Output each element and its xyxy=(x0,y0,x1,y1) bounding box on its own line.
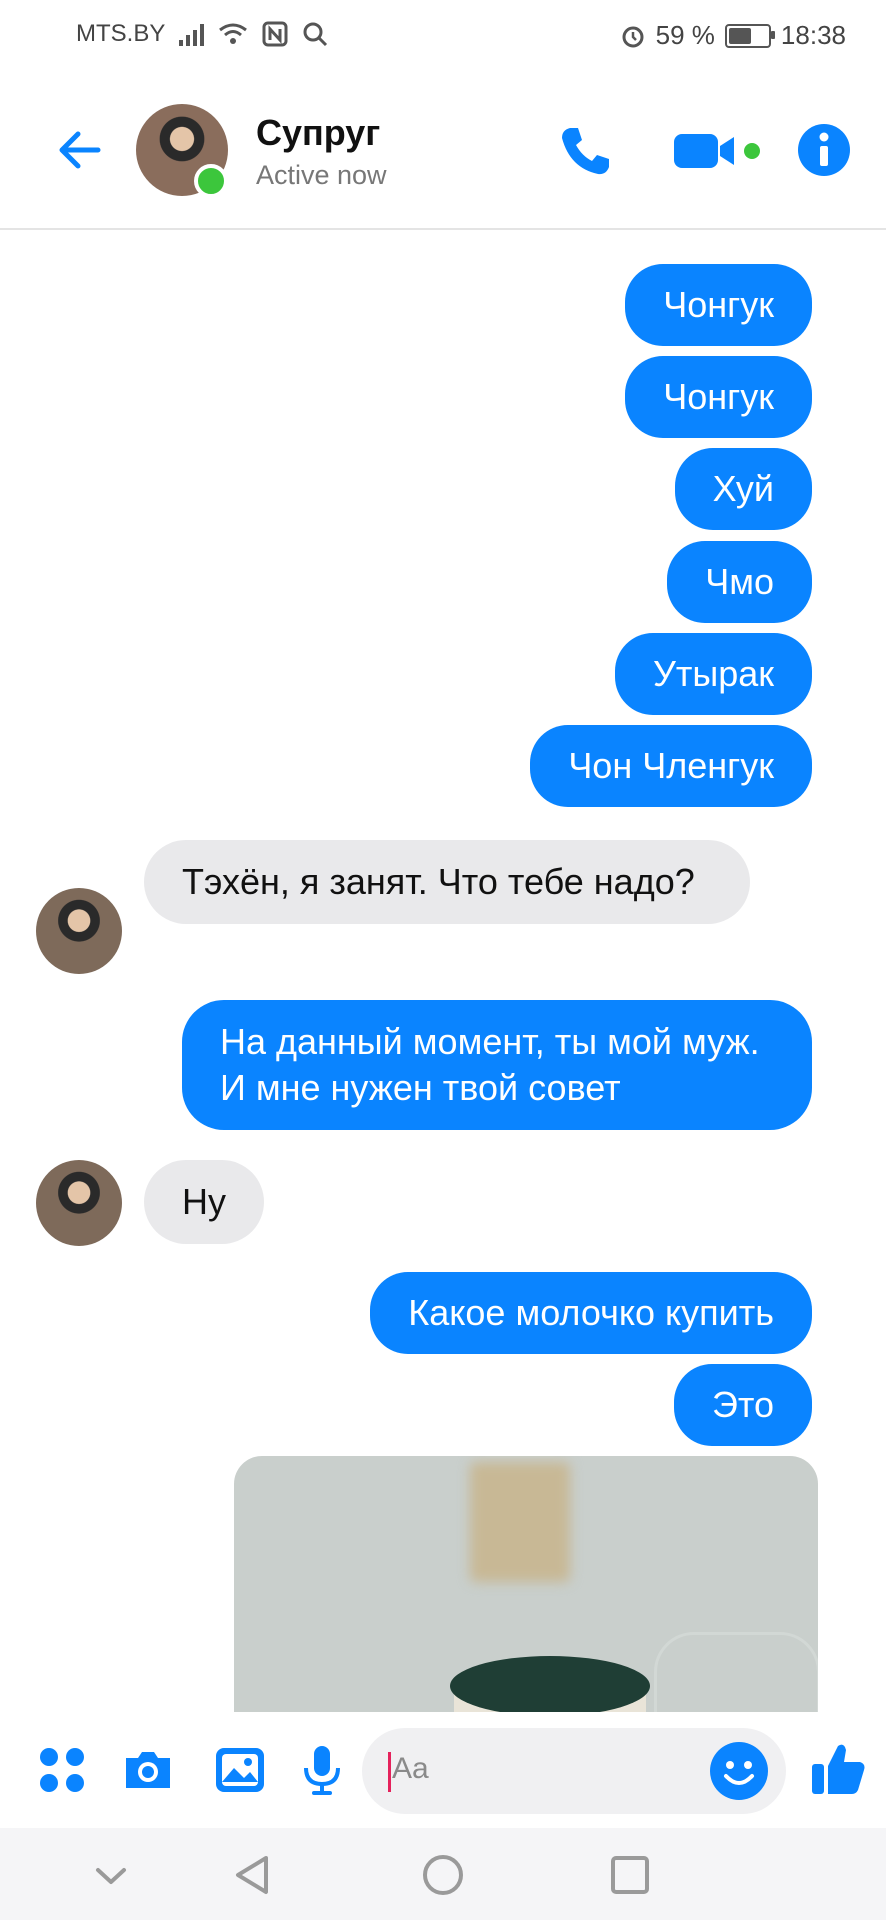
status-right: 59 % 18:38 xyxy=(620,20,846,51)
contact-status: Active now xyxy=(256,160,387,190)
apps-grid-icon[interactable] xyxy=(34,1742,90,1798)
phone-icon[interactable] xyxy=(556,122,616,178)
info-icon[interactable] xyxy=(794,122,854,178)
signal-icon xyxy=(179,22,205,46)
battery-fill xyxy=(728,27,751,44)
sender-avatar[interactable] xyxy=(36,1160,122,1246)
system-nav-bar xyxy=(0,1828,886,1920)
message-bubble-incoming[interactable]: Тэхён, я занят. Что тебе надо? xyxy=(144,840,750,924)
message-bubble-outgoing[interactable]: Утырак xyxy=(614,633,812,715)
chevron-down-icon[interactable] xyxy=(86,1850,136,1900)
video-call-icon[interactable] xyxy=(670,122,766,178)
online-indicator xyxy=(194,164,228,198)
search-icon xyxy=(303,22,328,47)
sender-avatar[interactable] xyxy=(36,888,122,974)
clock: 18:38 xyxy=(780,20,846,50)
recents-square-icon[interactable] xyxy=(605,1850,655,1900)
message-bubble-outgoing[interactable]: На данный момент, ты мой муж. И мне нуже… xyxy=(182,1000,812,1130)
text-caret xyxy=(388,1752,391,1792)
message-input-placeholder: Aa xyxy=(392,1752,429,1785)
camera-icon[interactable] xyxy=(120,1742,176,1798)
battery-icon xyxy=(724,23,775,48)
back-arrow-icon[interactable] xyxy=(48,122,104,178)
message-bubble-outgoing[interactable]: Чонгук xyxy=(625,356,812,438)
alarm-icon xyxy=(622,26,644,47)
gallery-icon[interactable] xyxy=(212,1742,268,1798)
message-bubble-outgoing[interactable]: Какое молочко купить xyxy=(370,1272,812,1354)
contact-name[interactable]: Супруг xyxy=(256,112,380,154)
message-bubble-outgoing[interactable]: Чонгук xyxy=(625,264,812,346)
emoji-icon[interactable] xyxy=(708,1740,770,1802)
battery-percent: 59 % xyxy=(655,20,715,50)
message-thread[interactable]: Чонгук Чонгук Хуй Чмо Утырак Чон Членгук… xyxy=(0,230,886,1712)
carrier-label: MTS.BY xyxy=(76,20,166,47)
status-bar: MTS.BY 59 % 18:38 xyxy=(0,0,886,72)
photo-jar-lid xyxy=(450,1656,650,1712)
photo-blurred-object xyxy=(470,1462,570,1582)
message-bubble-outgoing[interactable]: Чон Членгук xyxy=(530,725,812,807)
home-circle-icon[interactable] xyxy=(418,1850,468,1900)
wifi-icon xyxy=(219,23,248,44)
thumbs-up-icon[interactable] xyxy=(808,1738,868,1798)
conversation-header: Супруг Active now xyxy=(0,72,886,230)
nfc-icon xyxy=(262,21,288,47)
message-bubble-outgoing[interactable]: Чмо xyxy=(667,541,812,623)
message-input[interactable]: Aa xyxy=(362,1728,786,1814)
status-left: MTS.BY xyxy=(76,20,328,48)
microphone-icon[interactable] xyxy=(294,1742,350,1798)
photo-glass xyxy=(654,1632,818,1712)
message-bubble-incoming[interactable]: Ну xyxy=(144,1160,264,1244)
photo-attachment[interactable] xyxy=(234,1456,818,1712)
message-bubble-outgoing[interactable]: Хуй xyxy=(674,448,812,530)
back-triangle-icon[interactable] xyxy=(228,1850,278,1900)
composer-bar: Aa xyxy=(0,1712,886,1828)
message-bubble-outgoing[interactable]: Это xyxy=(674,1364,812,1446)
